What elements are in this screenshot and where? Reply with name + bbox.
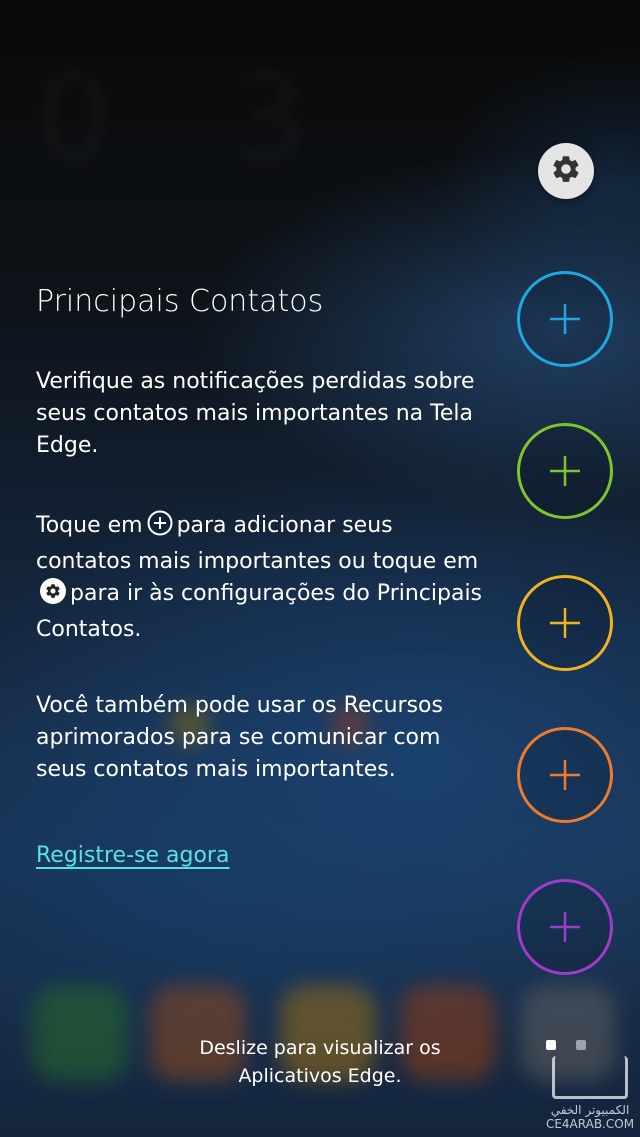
instructions-text-1: Toque em (36, 513, 143, 538)
panel-features: Você também pode usar os Recursos aprimo… (36, 693, 443, 782)
add-contact-slot-1[interactable] (517, 271, 613, 367)
add-contact-slot-5[interactable] (517, 879, 613, 975)
add-contact-slot-2[interactable] (517, 423, 613, 519)
instructions-text-3: para ir às configurações do Principais C… (36, 581, 483, 642)
watermark: الكمبيوتر الخفي CE4ARAB.COM (540, 1050, 640, 1137)
edge-screen: 0 3 Principais Contatos Verifique as not… (0, 0, 640, 1137)
watermark-site: CE4ARAB.COM (545, 1117, 635, 1131)
settings-button[interactable] (538, 143, 594, 199)
watermark-logo (552, 1056, 628, 1099)
add-circle-icon (147, 510, 173, 546)
page-indicator-active (546, 1040, 556, 1050)
plus-icon (550, 760, 580, 790)
plus-icon (550, 608, 580, 638)
panel-description: Verifique as notificações perdidas sobre… (36, 369, 475, 458)
page-indicator (576, 1040, 586, 1050)
panel-instructions: Toque em para adicionar seus contatos mai… (36, 510, 486, 646)
plus-icon (550, 456, 580, 486)
plus-icon (550, 304, 580, 334)
add-contact-slot-3[interactable] (517, 575, 613, 671)
plus-icon (550, 912, 580, 942)
watermark-text: الكمبيوتر الخفي (550, 1103, 630, 1117)
add-contact-slot-4[interactable] (517, 727, 613, 823)
gear-icon (40, 578, 66, 614)
panel-title: Principais Contatos (36, 284, 324, 319)
gear-icon (550, 153, 582, 189)
register-now-link[interactable]: Registre-se agora (36, 840, 229, 872)
swipe-hint: Deslize para visualizar os Aplicativos E… (199, 1037, 441, 1087)
